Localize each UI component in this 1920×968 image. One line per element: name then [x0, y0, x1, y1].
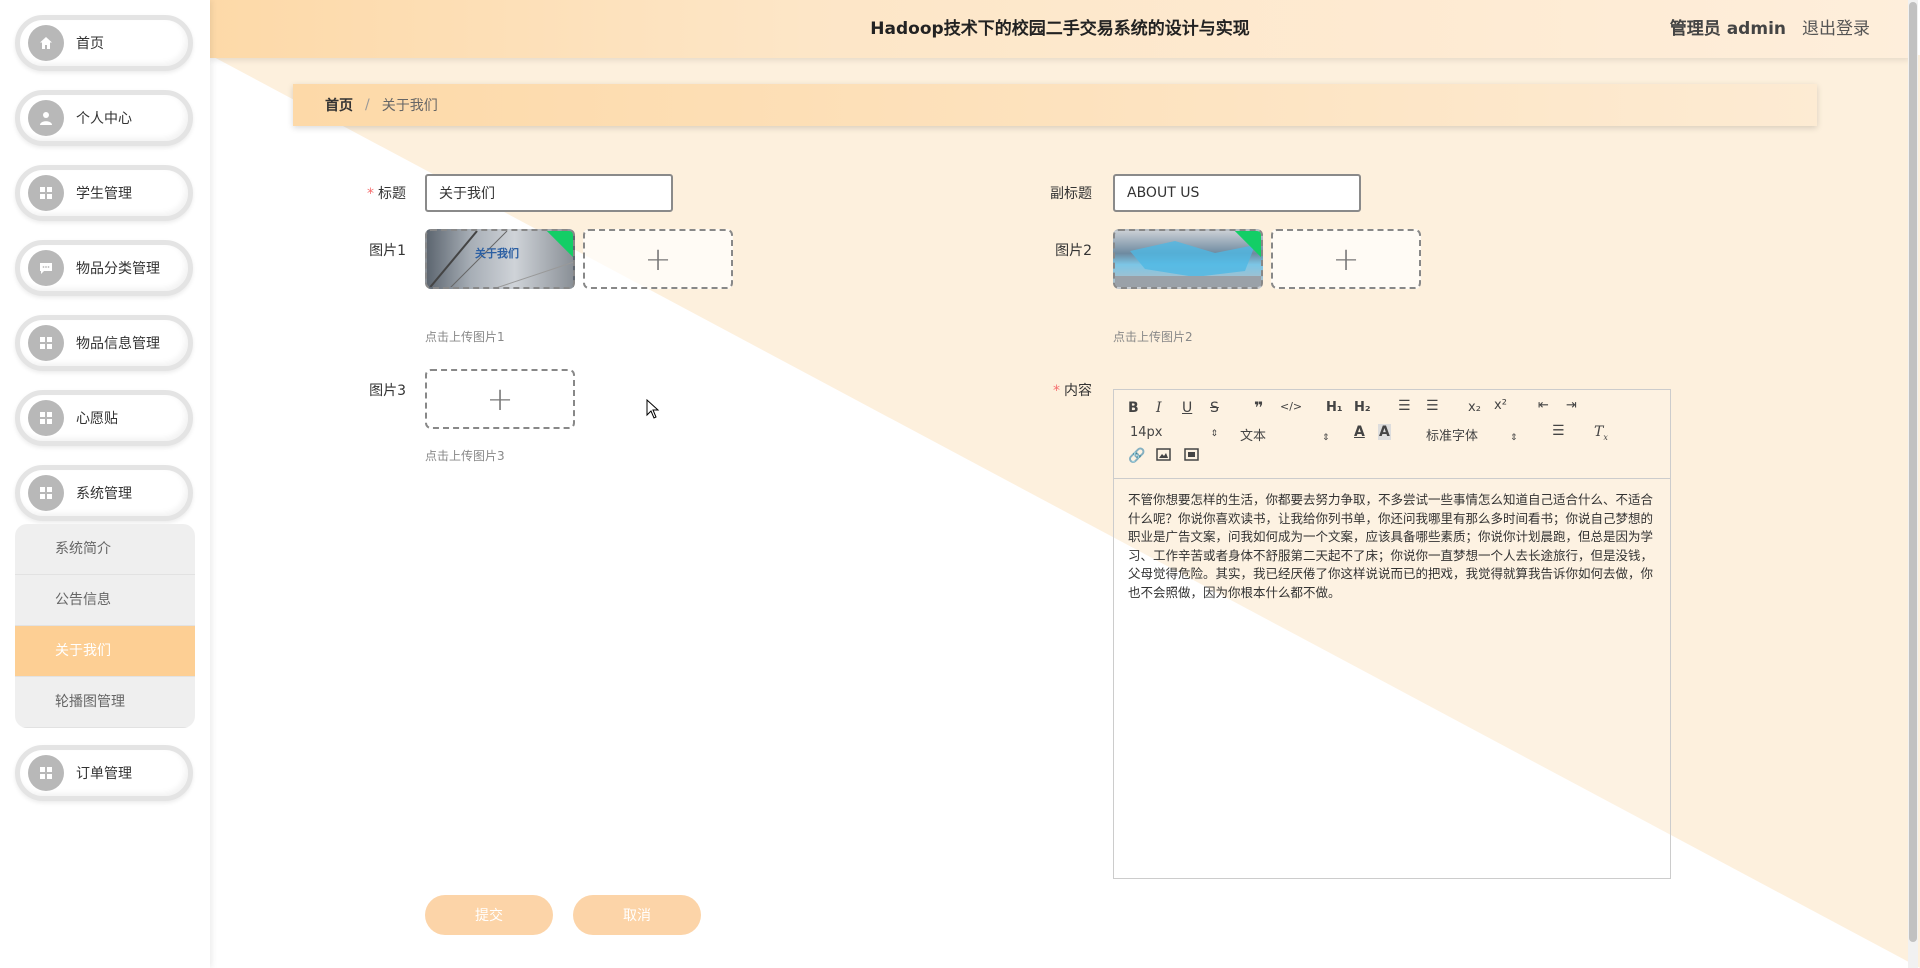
heading2-icon[interactable]: H₂ [1354, 400, 1371, 415]
breadcrumb-home[interactable]: 首页 [325, 95, 353, 115]
editor-content[interactable]: 不管你想要怎样的生活，你都要去努力争取，不多尝试一些事情怎么知道自己适合什么、不… [1114, 479, 1670, 614]
select-arrow-icon: ⇕ [1510, 433, 1518, 443]
sidebar-item-category-management[interactable]: 物品分类管理 [15, 240, 193, 296]
title-label: * 标题 [367, 186, 406, 202]
code-block-icon[interactable]: </> [1280, 400, 1302, 413]
subtitle-input[interactable] [1113, 174, 1361, 212]
superscript-icon[interactable]: x² [1494, 398, 1507, 413]
sidebar-item-label: 个人中心 [76, 111, 132, 127]
background-color-icon[interactable]: A [1378, 424, 1391, 440]
font-color-icon[interactable]: A [1354, 424, 1365, 440]
paragraph-select[interactable]: 文本 ⇕ [1240, 425, 1330, 444]
image1-upload-button[interactable]: + [583, 229, 733, 289]
required-mark: * [367, 186, 374, 202]
link-icon[interactable]: 🔗 [1128, 448, 1145, 464]
sidebar-item-label: 物品信息管理 [76, 336, 160, 352]
submenu-item-system-intro[interactable]: 系统简介 [15, 524, 195, 575]
image2-hint: 点击上传图片2 [1113, 330, 1193, 344]
submenu-item-carousel-management[interactable]: 轮播图管理 [15, 677, 195, 728]
title-input[interactable] [425, 174, 673, 212]
sidebar-item-label: 订单管理 [76, 766, 132, 782]
sidebar-item-item-info-management[interactable]: 物品信息管理 [15, 315, 193, 371]
sidebar-item-student-management[interactable]: 学生管理 [15, 165, 193, 221]
video-icon[interactable] [1184, 448, 1199, 465]
subscript-icon[interactable]: x₂ [1468, 400, 1481, 415]
rich-text-editor: B I U S ❞ </> H₁ H₂ ☰ ☰ x₂ x² ⇤ ⇥ 14px ⇕ … [1113, 389, 1671, 879]
sidebar-item-label: 学生管理 [76, 186, 132, 202]
underline-icon[interactable]: U [1182, 400, 1192, 416]
grid-icon [28, 325, 64, 361]
user-icon [28, 100, 64, 136]
blockquote-icon[interactable]: ❞ [1254, 398, 1263, 417]
image2-thumbnail[interactable] [1113, 229, 1263, 289]
strikethrough-icon[interactable]: S [1210, 400, 1219, 416]
subtitle-label: 副标题 [1050, 186, 1092, 202]
chat-icon [28, 250, 64, 286]
user-info: 管理员 admin [1669, 19, 1786, 39]
italic-icon[interactable]: I [1156, 400, 1162, 416]
scrollbar-thumb[interactable] [1909, 2, 1917, 942]
image1-label: 图片1 [369, 243, 406, 259]
sidebar-item-home[interactable]: 首页 [15, 15, 193, 71]
content-label: * 内容 [1053, 383, 1092, 399]
bold-icon[interactable]: B [1128, 400, 1139, 416]
indent-icon[interactable]: ⇥ [1566, 398, 1577, 413]
sidebar-item-label: 物品分类管理 [76, 261, 160, 277]
sidebar-item-label: 首页 [76, 36, 104, 52]
mouse-cursor-icon [646, 399, 660, 419]
submenu-item-about-us[interactable]: 关于我们 [15, 626, 195, 677]
breadcrumb-separator: / [365, 97, 370, 113]
image2-upload-button[interactable]: + [1271, 229, 1421, 289]
image-icon[interactable] [1156, 448, 1171, 465]
submit-button[interactable]: 提交 [425, 895, 553, 935]
submenu-item-announcements[interactable]: 公告信息 [15, 575, 195, 626]
sidebar: 首页 个人中心 学生管理 物品分类管理 物品信息管理 心愿贴 系统管理 系统简介… [0, 0, 210, 968]
top-header: Hadoop技术下的校园二手交易系统的设计与实现 管理员 admin 退出登录 [210, 0, 1910, 58]
system-submenu: 系统简介 公告信息 关于我们 轮播图管理 [15, 524, 195, 728]
image1-hint: 点击上传图片1 [425, 330, 505, 344]
breadcrumb-current: 关于我们 [381, 98, 438, 114]
app-title: Hadoop技术下的校园二手交易系统的设计与实现 [870, 19, 1250, 39]
page-scrollbar[interactable] [1908, 0, 1918, 968]
image3-upload-button[interactable]: + [425, 369, 575, 429]
grid-icon [28, 175, 64, 211]
grid-icon [28, 475, 64, 511]
grid-icon [28, 755, 64, 791]
home-icon [28, 25, 64, 61]
sidebar-item-personal-center[interactable]: 个人中心 [15, 90, 193, 146]
sidebar-item-system-management[interactable]: 系统管理 [15, 465, 193, 521]
image1-caption: 关于我们 [475, 247, 519, 260]
breadcrumb: 首页 / 关于我们 [293, 84, 1817, 126]
sidebar-item-label: 系统管理 [76, 486, 132, 502]
editor-toolbar: B I U S ❞ </> H₁ H₂ ☰ ☰ x₂ x² ⇤ ⇥ 14px ⇕ … [1114, 390, 1670, 479]
select-arrow-icon: ⇕ [1210, 429, 1219, 439]
image1-thumbnail[interactable]: 关于我们 [425, 229, 575, 289]
select-arrow-icon: ⇕ [1322, 433, 1330, 443]
image3-hint: 点击上传图片3 [425, 449, 505, 463]
align-icon[interactable]: ☰ [1552, 423, 1565, 439]
ordered-list-icon[interactable]: ☰ [1398, 398, 1411, 414]
cancel-button[interactable]: 取消 [573, 895, 701, 935]
heading1-icon[interactable]: H₁ [1326, 400, 1343, 415]
sidebar-item-wishlist[interactable]: 心愿贴 [15, 390, 193, 446]
sidebar-item-order-management[interactable]: 订单管理 [15, 745, 193, 801]
required-mark: * [1053, 383, 1060, 399]
clear-format-icon[interactable]: Tx [1594, 424, 1608, 442]
logout-link[interactable]: 退出登录 [1802, 0, 1870, 58]
font-size-select[interactable]: 14px ⇕ [1130, 425, 1218, 440]
bullet-list-icon[interactable]: ☰ [1426, 398, 1439, 414]
outdent-icon[interactable]: ⇤ [1538, 398, 1549, 413]
image3-label: 图片3 [369, 383, 406, 399]
sidebar-item-label: 心愿贴 [76, 411, 118, 427]
grid-icon [28, 400, 64, 436]
font-family-select[interactable]: 标准字体 ⇕ [1426, 425, 1518, 444]
image2-label: 图片2 [1055, 243, 1092, 259]
